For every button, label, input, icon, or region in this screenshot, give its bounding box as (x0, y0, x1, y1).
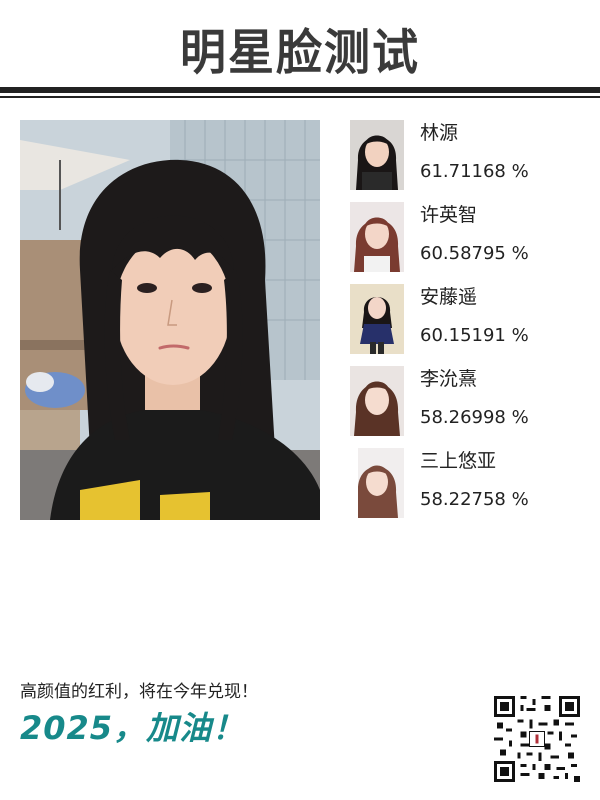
match-item: 许英智 60.58795 % (350, 202, 580, 274)
match-name: 林源 (420, 122, 459, 144)
match-name: 李沇熹 (420, 368, 478, 390)
qr-code-icon[interactable] (494, 696, 580, 782)
header-divider-thin (0, 96, 600, 98)
uploaded-photo (20, 120, 320, 520)
match-score: 60.58795 % (420, 243, 529, 264)
celebrity-portrait-icon (350, 366, 404, 436)
match-score: 58.26998 % (420, 407, 529, 428)
match-score: 61.71168 % (420, 161, 529, 182)
celebrity-portrait-icon (350, 120, 404, 190)
celebrity-portrait-icon (350, 284, 404, 354)
match-score: 58.22758 % (420, 489, 529, 510)
match-item: 三上悠亚 58.22758 % (350, 448, 580, 520)
match-item: 李沇熹 58.26998 % (350, 366, 580, 438)
celebrity-portrait-icon (350, 202, 404, 272)
header-divider-thick (0, 87, 600, 93)
cheer-text: 2025，加油！ (20, 709, 246, 747)
slogan-text: 高颜值的红利，将在今年兑现！ (20, 682, 258, 702)
match-item: 林源 61.71168 % (350, 120, 580, 192)
page-title: 明星脸测试 (180, 23, 420, 81)
celebrity-portrait-icon (350, 448, 404, 518)
match-name: 安藤遥 (420, 286, 478, 308)
match-name: 三上悠亚 (420, 450, 497, 472)
match-item: 安藤遥 60.15191 % (350, 284, 580, 356)
match-name: 许英智 (420, 204, 478, 226)
match-score: 60.15191 % (420, 325, 529, 346)
